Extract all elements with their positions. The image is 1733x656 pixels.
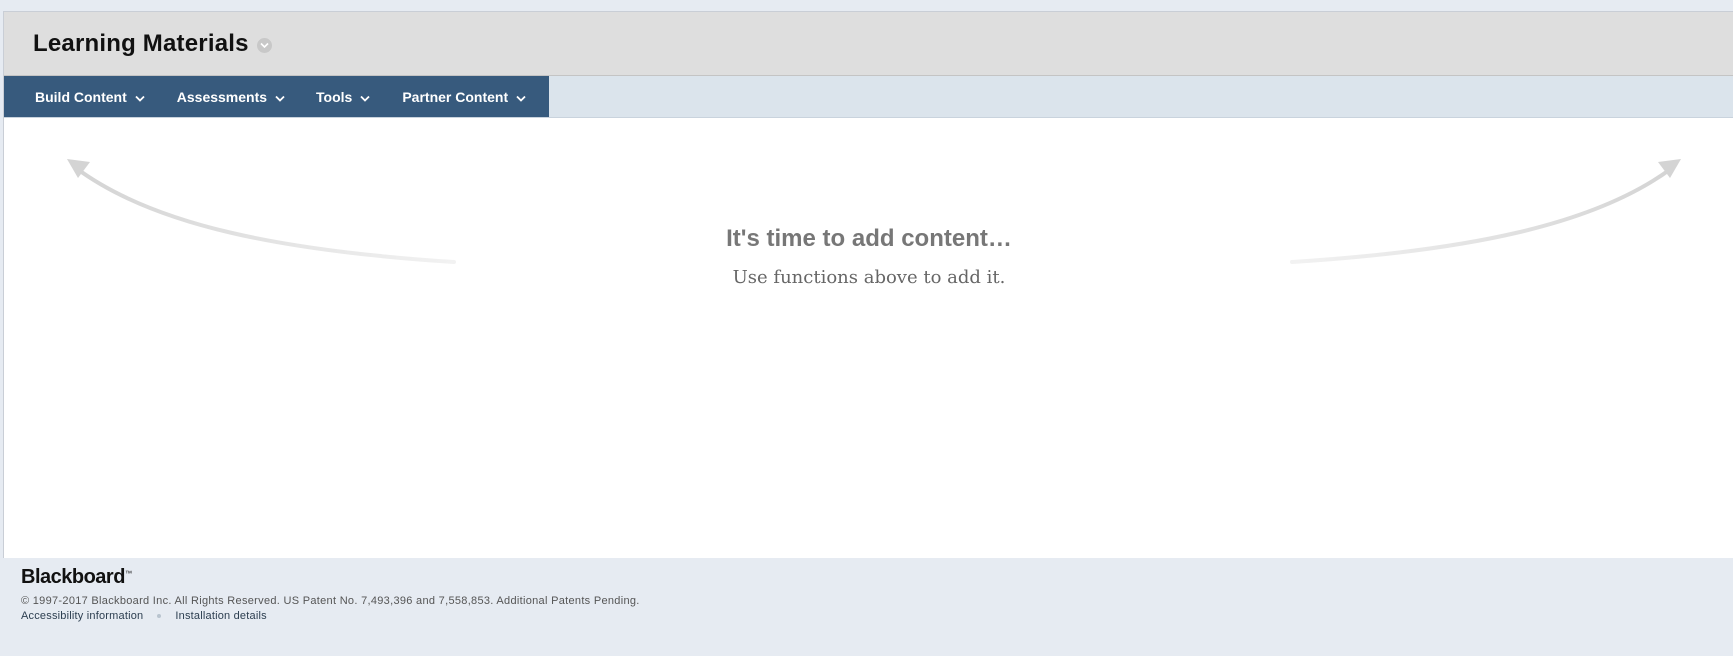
content-panel: Learning Materials Build Content Assessm… bbox=[3, 11, 1733, 558]
chevron-down-icon[interactable] bbox=[256, 37, 272, 53]
empty-state-heading: It's time to add content… bbox=[726, 225, 1012, 252]
build-content-button[interactable]: Build Content bbox=[35, 76, 145, 117]
footer-links: Accessibility information Installation d… bbox=[21, 610, 640, 622]
assessments-button[interactable]: Assessments bbox=[177, 76, 285, 117]
blackboard-logo: Blackboard™ bbox=[21, 566, 132, 588]
assessments-label: Assessments bbox=[176, 88, 268, 105]
separator-dot bbox=[157, 614, 162, 618]
footer: Blackboard™ © 1997-2017 Blackboard Inc. … bbox=[21, 566, 640, 622]
page-title[interactable]: Learning Materials bbox=[33, 30, 272, 58]
tools-label: Tools bbox=[316, 88, 353, 105]
menu-row: Build Content Assessments Tools Partner … bbox=[4, 76, 1733, 118]
installation-details-link[interactable]: Installation details bbox=[175, 610, 266, 622]
chevron-down-icon bbox=[516, 89, 526, 105]
top-strip bbox=[0, 0, 1733, 11]
copyright-text: © 1997-2017 Blackboard Inc. All Rights R… bbox=[21, 595, 640, 607]
page-title-text: Learning Materials bbox=[33, 30, 249, 57]
accessibility-link[interactable]: Accessibility information bbox=[21, 610, 143, 622]
title-bar: Learning Materials bbox=[4, 12, 1733, 76]
tools-button[interactable]: Tools bbox=[316, 76, 370, 117]
chevron-down-icon bbox=[135, 89, 145, 105]
chevron-down-icon bbox=[275, 89, 285, 105]
partner-content-button[interactable]: Partner Content bbox=[402, 76, 526, 117]
empty-state: It's time to add content… Use functions … bbox=[4, 225, 1733, 288]
action-bar: Build Content Assessments Tools Partner … bbox=[4, 76, 549, 117]
empty-state-subheading: Use functions above to add it. bbox=[732, 267, 1006, 288]
build-content-label: Build Content bbox=[35, 88, 127, 105]
chevron-down-icon bbox=[360, 89, 370, 105]
partner-content-label: Partner Content bbox=[402, 88, 509, 105]
